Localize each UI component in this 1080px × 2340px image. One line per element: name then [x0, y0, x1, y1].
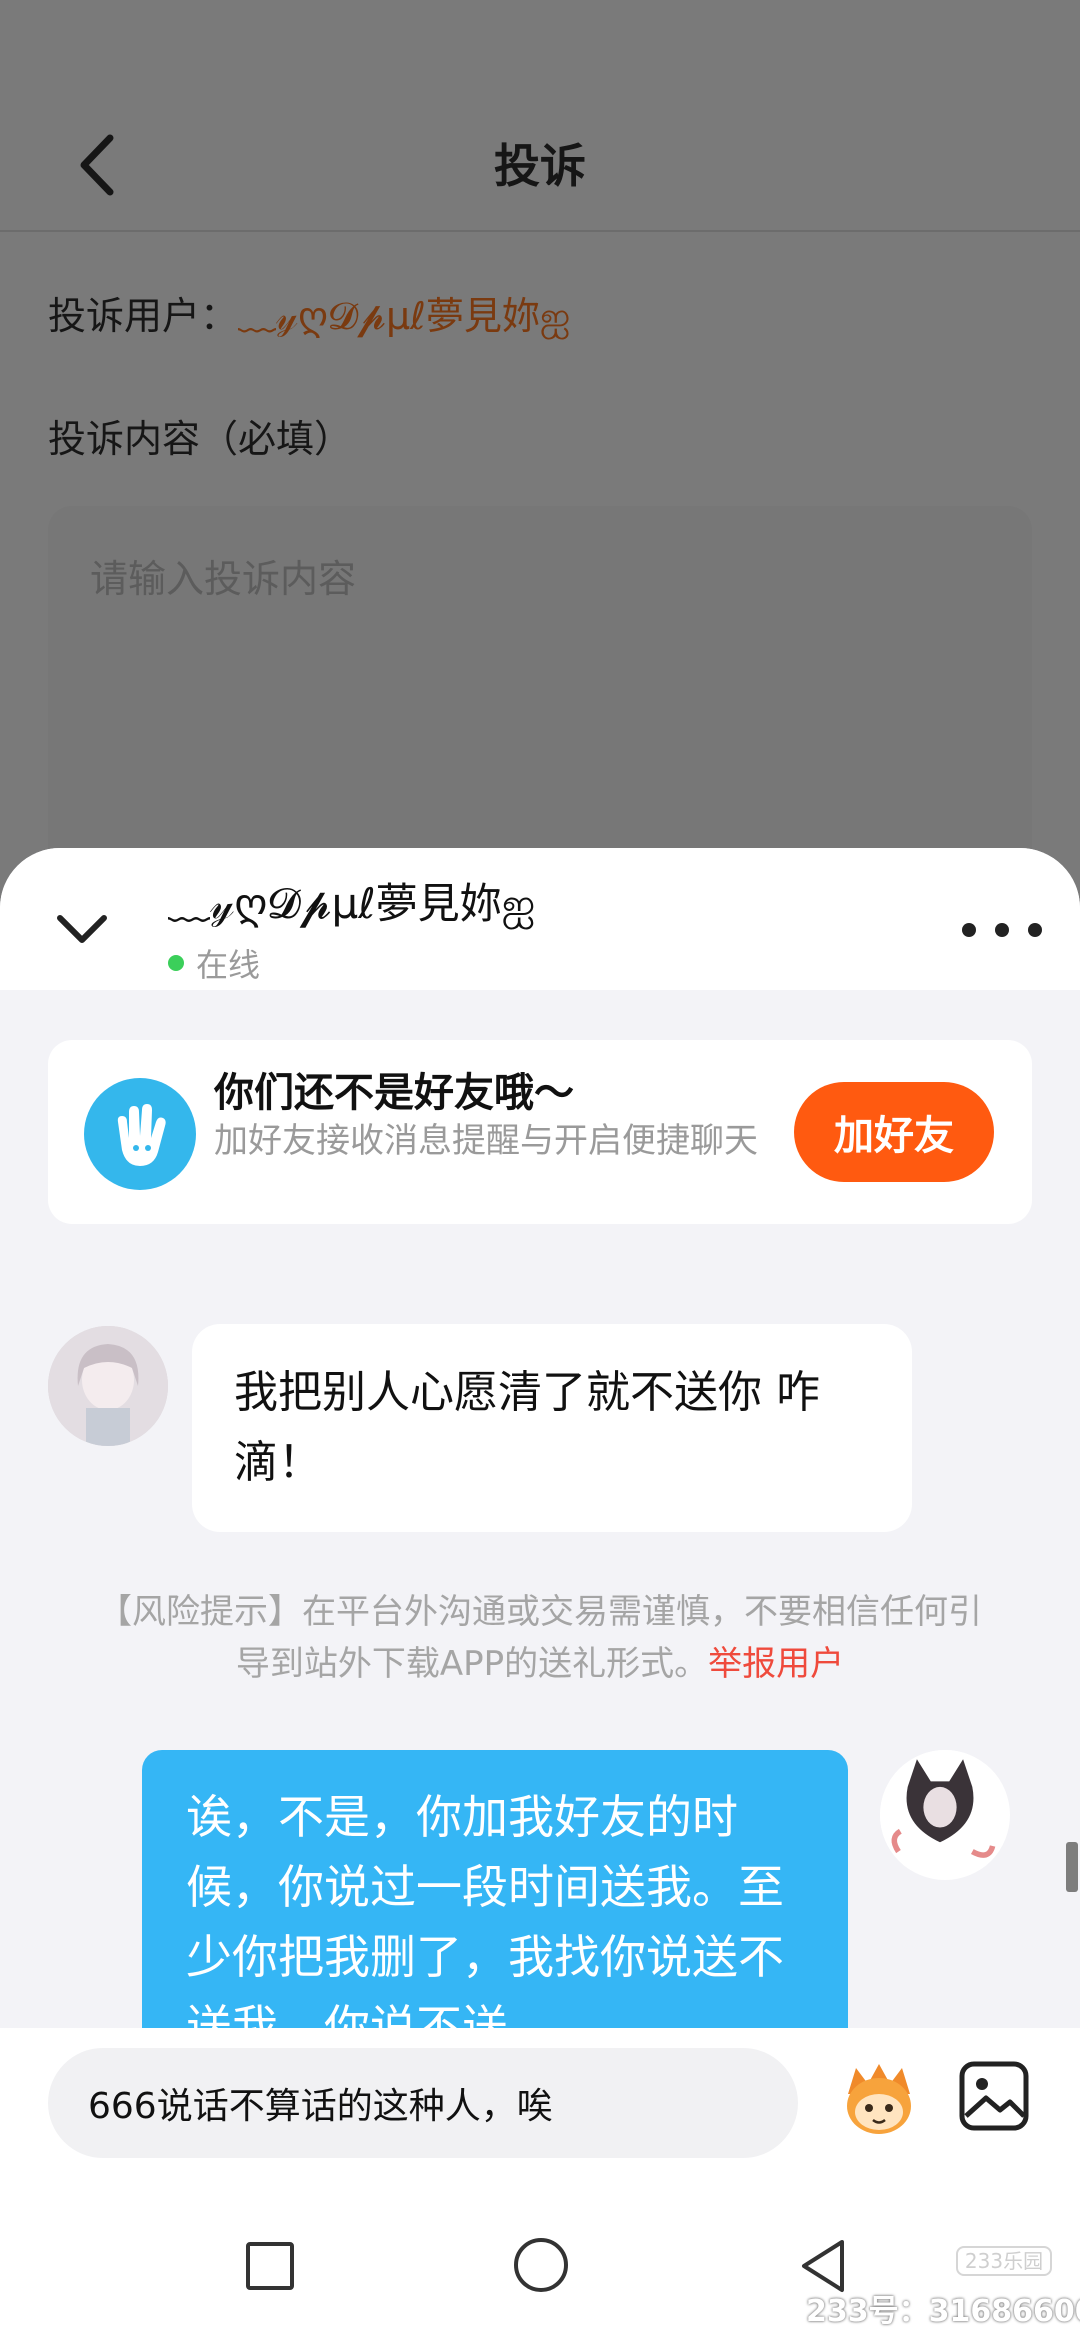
friend-card-title: 你们还不是好友哦～ — [214, 1070, 574, 1116]
risk-tip: 【风险提示】在平台外沟通或交易需谨慎，不要相信任何引导到站外下载APP的送礼形式… — [90, 1586, 990, 1690]
message-input-bar — [0, 2028, 1080, 2198]
watermark-id: 233号：316866009 — [806, 2294, 1080, 2329]
online-status-text: 在线 — [196, 946, 261, 984]
avatar[interactable] — [48, 1326, 168, 1446]
chevron-down-icon[interactable] — [52, 904, 112, 954]
chat-sheet: ﹏𝓎ღ𝓓𝓹μℓ夢見妳ஐ 在线 你们还不是好友哦～ 加好友接收消息提醒与开启便捷聊… — [0, 848, 1080, 2340]
hand-wave-icon — [84, 1078, 196, 1190]
complaint-header: 投诉 — [0, 0, 1080, 232]
more-icon[interactable] — [962, 910, 1042, 950]
emoji-icon[interactable] — [834, 2054, 924, 2144]
add-friend-button[interactable]: 加好友 — [794, 1082, 994, 1182]
scrollbar[interactable] — [1066, 1842, 1078, 1892]
watermark-logo: 233乐园 — [956, 2246, 1052, 2276]
recent-apps-icon[interactable] — [246, 2242, 294, 2290]
chat-header: ﹏𝓎ღ𝓓𝓹μℓ夢見妳ஐ 在线 — [0, 848, 1080, 990]
chat-user-name: ﹏𝓎ღ𝓓𝓹μℓ夢見妳ஐ — [168, 879, 536, 928]
online-status: 在线 — [168, 940, 260, 986]
friend-suggestion-card: 你们还不是好友哦～ 加好友接收消息提醒与开启便捷聊天 加好友 — [48, 1040, 1032, 1224]
online-dot — [168, 955, 184, 971]
page-title: 投诉 — [494, 139, 586, 193]
image-icon[interactable] — [956, 2058, 1032, 2134]
complaint-content-placeholder: 请输入投诉内容 — [90, 557, 357, 601]
report-user-link[interactable]: 举报用户 — [708, 1644, 844, 1684]
home-icon[interactable] — [514, 2238, 568, 2292]
risk-tip-text: 【风险提示】在平台外沟通或交易需谨慎，不要相信任何引导到站外下载APP的送礼形式… — [98, 1592, 982, 1684]
friend-card-description: 加好友接收消息提醒与开启便捷聊天 — [214, 1121, 758, 1161]
complaint-user-row: 投诉用户：﹏𝓎ღ𝓓𝓹μℓ夢見妳ஐ — [48, 285, 570, 344]
message-input[interactable] — [48, 2048, 798, 2158]
complaint-user-label: 投诉用户： — [48, 294, 239, 338]
complaint-user-name: ﹏𝓎ღ𝓓𝓹μℓ夢見妳ஐ — [238, 294, 571, 338]
avatar[interactable] — [880, 1750, 1010, 1880]
message-bubble-received: 我把别人心愿清了就不送你 咋滴！ — [192, 1324, 912, 1532]
complaint-content-label: 投诉内容（必填） — [48, 417, 353, 461]
